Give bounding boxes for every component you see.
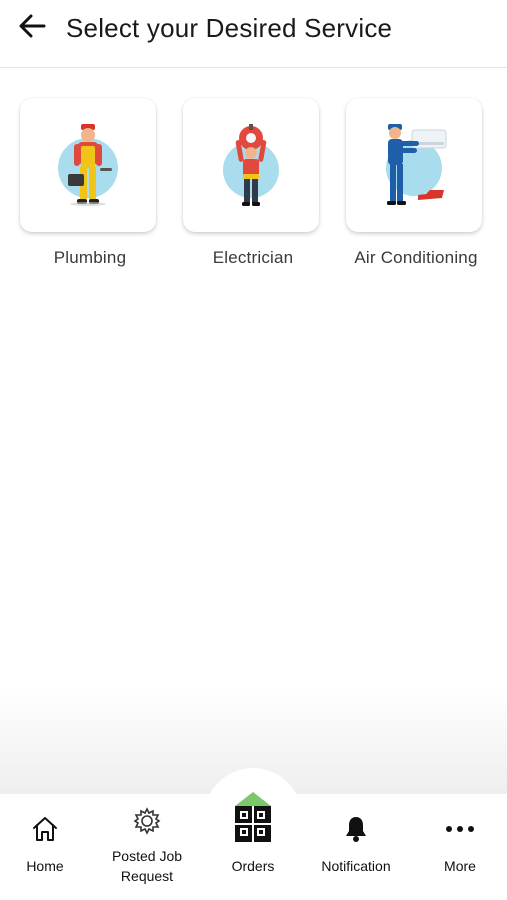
service-electrician[interactable]: Electrician: [183, 98, 323, 269]
nav-posted-job-request[interactable]: Posted Job Request: [100, 794, 194, 894]
home-icon: [30, 812, 60, 846]
nav-more[interactable]: More: [430, 794, 490, 894]
service-label: Air Conditioning: [354, 248, 478, 267]
nav-label: More: [444, 858, 476, 874]
service-label: Plumbing: [53, 248, 127, 267]
service-card[interactable]: [20, 98, 156, 232]
nav-label: Orders: [231, 858, 275, 874]
service-card[interactable]: [346, 98, 482, 232]
house-orders-icon: [225, 786, 281, 846]
bell-icon: [341, 812, 371, 846]
nav-home[interactable]: Home: [14, 794, 76, 894]
app-header: Select your Desired Service: [0, 0, 507, 68]
services-grid: Plumbing Electrician Air Conditioning: [0, 98, 507, 288]
back-button[interactable]: [14, 10, 50, 46]
service-air-conditioning[interactable]: Air Conditioning: [346, 98, 486, 269]
page-title: Select your Desired Service: [66, 13, 393, 43]
service-label: Electrician: [212, 248, 294, 267]
gear-icon: [132, 804, 162, 838]
nav-label: Posted Job Request: [111, 848, 183, 884]
service-card[interactable]: [183, 98, 319, 232]
nav-label: Notification: [321, 858, 391, 874]
service-plumbing[interactable]: Plumbing: [20, 98, 160, 269]
more-dots-icon: [443, 812, 477, 846]
ac-technician-illustration: [386, 124, 447, 205]
plumber-illustration: [58, 124, 118, 206]
electrician-illustration: [223, 124, 279, 206]
nav-label: Home: [26, 858, 64, 874]
nav-notification[interactable]: Notification: [310, 794, 402, 894]
nav-orders[interactable]: Orders: [218, 786, 288, 886]
arrow-left-icon: [17, 11, 47, 46]
